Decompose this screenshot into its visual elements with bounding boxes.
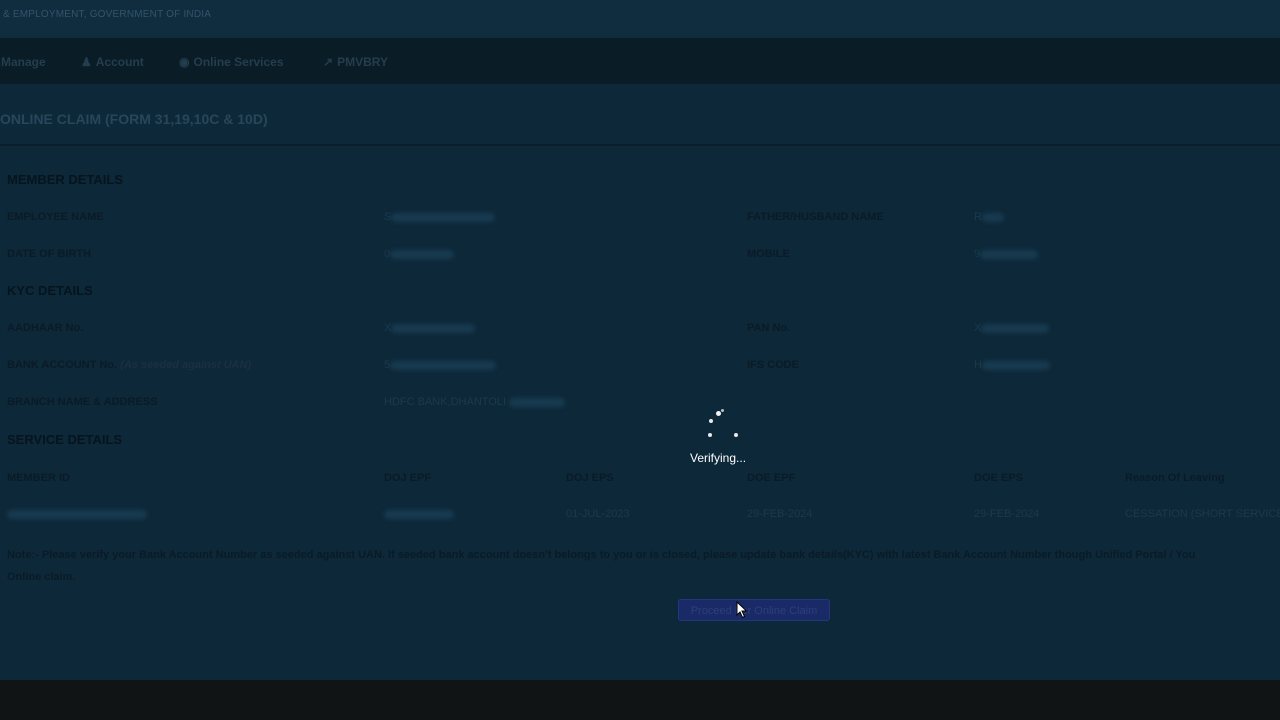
nav-item-label: PMVBRY xyxy=(337,55,388,69)
table-cell-reason: CESSATION (SHORT SERVICE) xyxy=(1125,508,1280,520)
redacted-blur xyxy=(384,509,454,519)
table-cell-member-id xyxy=(7,508,147,520)
nav-item-online-services[interactable]: ◉ Online Services xyxy=(179,55,284,69)
page-title: ONLINE CLAIM (FORM 31,19,10C & 10D) xyxy=(0,111,268,127)
table-cell-doj-epf xyxy=(384,508,454,520)
redacted-blur xyxy=(7,509,147,519)
note-line: Online claim. xyxy=(7,571,76,583)
mouse-cursor-icon xyxy=(736,601,748,619)
mobile-value: 9 xyxy=(974,248,1039,260)
chart-icon: ↗ xyxy=(323,55,334,69)
employee-name-label: EMPLOYEE NAME xyxy=(7,211,104,223)
main-nav: Manage ♟ Account ◉ Online Services ↗ PMVBRY xyxy=(0,38,1280,84)
user-icon: ♟ xyxy=(81,55,92,69)
section-heading-member-details: MEMBER DETAILS xyxy=(7,172,124,187)
top-header-bar: & EMPLOYMENT, GOVERNMENT OF INDIA xyxy=(0,0,1280,38)
dob-value: 0 xyxy=(384,248,455,260)
bank-account-value: 5 xyxy=(384,359,497,371)
father-name-value: R xyxy=(974,211,1004,223)
branch-value: HDFC BANK,DHANTOLI xyxy=(384,396,566,408)
table-header-member-id: MEMBER ID xyxy=(7,472,70,484)
aadhaar-label: AADHAAR No. xyxy=(7,322,84,334)
table-header-reason: Reason Of Leaving xyxy=(1125,472,1225,484)
nav-item-pmvbry[interactable]: ↗ PMVBRY xyxy=(323,55,388,69)
table-header-doj-epf: DOJ EPF xyxy=(384,472,432,484)
table-header-doe-eps: DOE EPS xyxy=(974,472,1023,484)
bank-account-label: BANK ACCOUNT No. (As seeded against UAN) xyxy=(7,359,252,371)
redacted-blur xyxy=(390,360,497,370)
bank-account-note: (As seeded against UAN) xyxy=(120,359,252,371)
aadhaar-value: X xyxy=(384,322,476,334)
bank-note: Note:- Please verify your Bank Account N… xyxy=(7,544,1280,588)
redacted-blur xyxy=(509,397,566,407)
globe-icon: ◉ xyxy=(179,55,190,69)
table-cell-doe-epf: 29-FEB-2024 xyxy=(747,508,813,520)
divider xyxy=(0,144,1280,146)
father-name-label: FATHER/HUSBAND NAME xyxy=(747,211,884,223)
redacted-blur xyxy=(981,323,1050,333)
proceed-online-claim-button[interactable]: Proceed For Online Claim xyxy=(678,599,830,621)
table-header-doj-eps: DOJ EPS xyxy=(566,472,614,484)
branch-label: BRANCH NAME & ADDRESS xyxy=(7,396,158,408)
note-line: Note:- Please verify your Bank Account N… xyxy=(7,549,1196,561)
nav-item-label: Online Services xyxy=(193,55,284,69)
redacted-blur xyxy=(391,323,476,333)
ifsc-value: H xyxy=(974,359,1050,371)
loading-spinner-icon xyxy=(706,408,742,444)
page: & EMPLOYMENT, GOVERNMENT OF INDIA Manage… xyxy=(0,0,1280,720)
verifying-text: Verifying... xyxy=(690,451,747,465)
redacted-blur xyxy=(391,212,496,222)
mobile-label: MOBILE xyxy=(747,248,790,260)
pan-value: X xyxy=(974,322,1050,334)
redacted-blur xyxy=(980,249,1039,259)
ifsc-label: IFS CODE xyxy=(747,359,799,371)
employee-name-value: S xyxy=(384,211,496,223)
pan-label: PAN No. xyxy=(747,322,791,334)
redacted-blur xyxy=(981,360,1050,370)
section-heading-service-details: SERVICE DETAILS xyxy=(7,432,123,447)
redacted-blur xyxy=(390,249,455,259)
nav-item-label: Account xyxy=(95,55,144,69)
dob-label: DATE OF BIRTH xyxy=(7,248,92,260)
nav-item-manage[interactable]: Manage xyxy=(1,55,46,69)
main-content: ONLINE CLAIM (FORM 31,19,10C & 10D) MEMB… xyxy=(0,84,1280,680)
nav-item-label: Manage xyxy=(1,55,46,69)
redacted-blur xyxy=(981,212,1004,222)
nav-item-account[interactable]: ♟ Account xyxy=(81,55,144,69)
table-header-doe-epf: DOE EPF xyxy=(747,472,796,484)
section-heading-kyc-details: KYC DETAILS xyxy=(7,283,93,298)
table-cell-doj-eps: 01-JUL-2023 xyxy=(566,508,630,520)
table-cell-doe-eps: 29-FEB-2024 xyxy=(974,508,1040,520)
ministry-text: & EMPLOYMENT, GOVERNMENT OF INDIA xyxy=(3,9,212,20)
footer xyxy=(0,680,1280,720)
